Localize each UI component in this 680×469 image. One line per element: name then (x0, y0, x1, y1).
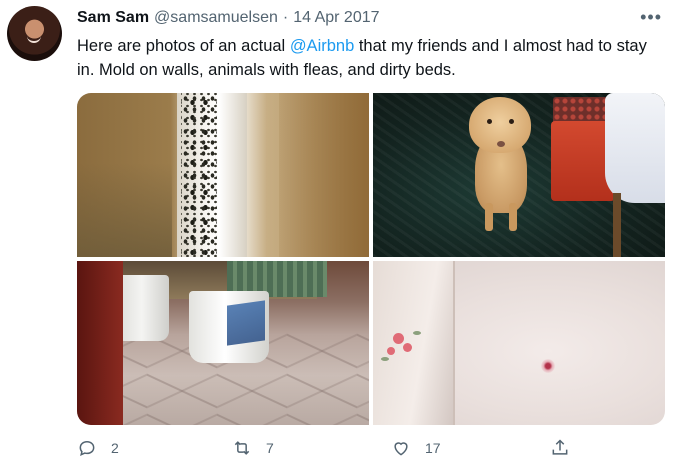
leaf-pattern (413, 331, 421, 335)
flower-pattern (403, 343, 412, 352)
heart-icon (394, 442, 408, 456)
red-chair (77, 261, 123, 425)
mold-spots (181, 93, 217, 257)
leaf-pattern (381, 357, 389, 361)
share-button[interactable] (550, 438, 570, 458)
reply-button[interactable]: 2 (77, 438, 119, 458)
more-options-icon[interactable]: ••• (640, 7, 662, 28)
flower-pattern (393, 333, 404, 344)
bucket (115, 275, 169, 341)
wall-shade (279, 93, 369, 257)
dog-leg (485, 203, 493, 231)
tweet-text: Here are photos of an actual @Airbnb tha… (77, 34, 667, 82)
mention-link[interactable]: @Airbnb (290, 37, 354, 55)
like-count: 17 (425, 440, 441, 456)
tweet-date[interactable]: 14 Apr 2017 (293, 9, 379, 27)
wall-stain (77, 163, 172, 257)
photo-dog[interactable] (373, 93, 665, 257)
header-separator: · (282, 9, 289, 26)
retweet-button[interactable]: 7 (232, 438, 274, 458)
like-button[interactable]: 17 (391, 438, 441, 458)
photo-stained-bed[interactable] (373, 261, 665, 425)
share-icon (552, 439, 568, 455)
dog-eye (509, 119, 514, 124)
photo-mold-wall[interactable] (77, 93, 369, 257)
media-grid (77, 93, 665, 425)
photo-bucket-floor[interactable] (77, 261, 369, 425)
author-name[interactable]: Sam Sam (77, 9, 149, 27)
dog-leg (509, 203, 517, 231)
avatar-face (27, 36, 41, 43)
chair-leg (613, 193, 621, 257)
sheet-fold (373, 261, 455, 425)
flower-pattern (387, 347, 395, 355)
retweet-count: 7 (266, 440, 274, 456)
action-bar: 2 7 17 (77, 438, 577, 464)
white-chair (605, 93, 665, 203)
reply-count: 2 (111, 440, 119, 456)
bucket-label (227, 300, 265, 346)
author-handle[interactable]: @samsamuelsen (154, 9, 278, 27)
avatar[interactable] (7, 6, 62, 61)
tweet-text-start: Here are photos of an actual (77, 37, 290, 55)
dog-nose (497, 141, 505, 147)
retweet-icon (234, 441, 250, 455)
tweet-header: Sam Sam @samsamuelsen · 14 Apr 2017 (77, 9, 660, 29)
reply-icon (79, 440, 95, 456)
bed-stain (541, 359, 555, 373)
dog-eye (487, 119, 492, 124)
